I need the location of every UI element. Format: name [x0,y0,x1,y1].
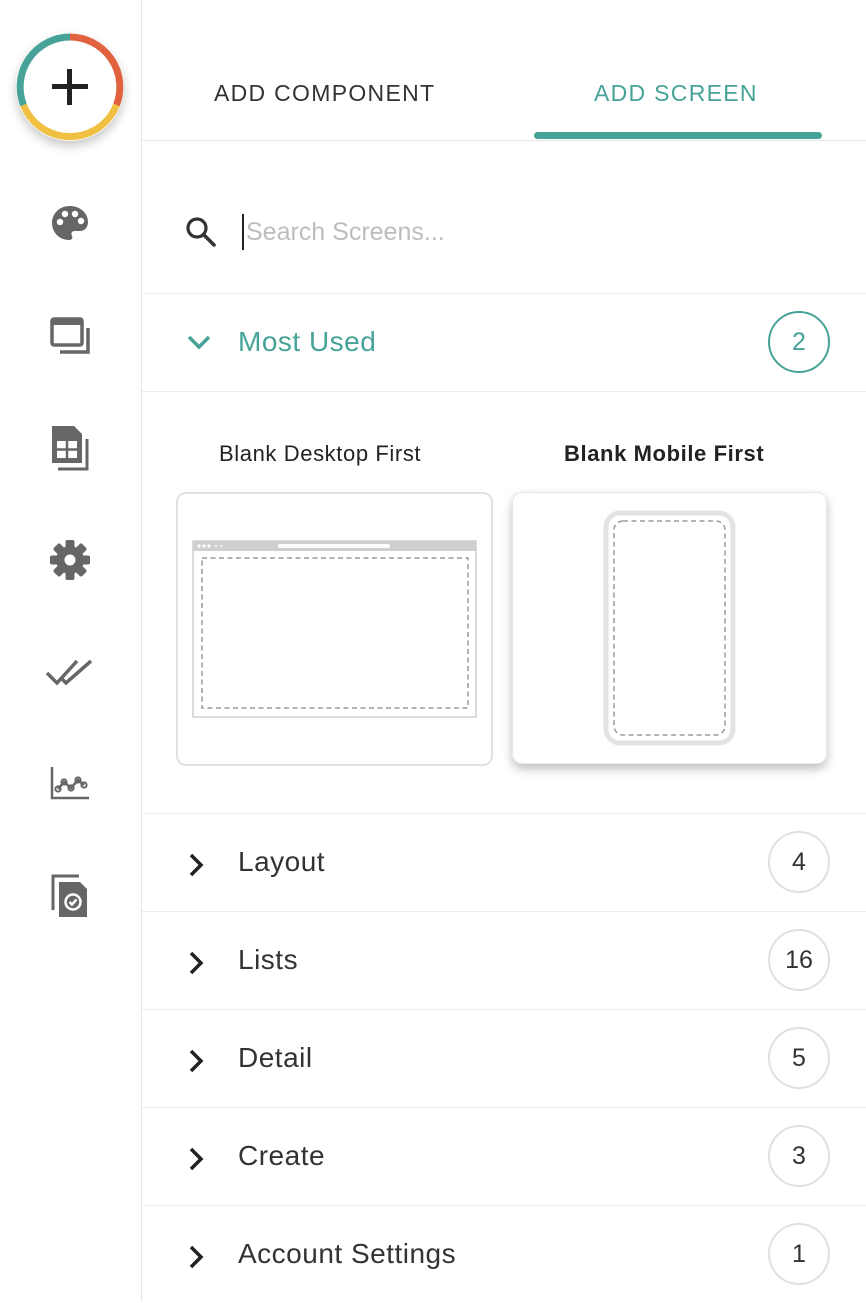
count-badge: 2 [768,311,830,373]
analytics-icon[interactable] [45,758,95,808]
publish-icon[interactable] [45,871,95,921]
chevron-right-icon [189,1049,204,1073]
count-badge: 1 [768,1223,830,1285]
search-icon [186,217,216,247]
tab-bar: ADD COMPONENT ADD SCREEN [142,0,866,141]
add-icon [16,33,124,141]
left-rail [0,0,142,1302]
tab-add-screen[interactable]: ADD SCREEN [594,80,758,107]
chevron-right-icon [189,1147,204,1171]
category-account-settings[interactable]: Account Settings 1 [142,1206,866,1303]
count-badge: 16 [768,929,830,991]
category-label: Layout [238,846,326,877]
count-badge: 5 [768,1027,830,1089]
chevron-down-icon [187,335,211,350]
chevron-right-icon [189,951,204,975]
count-badge: 3 [768,1125,830,1187]
screen-panel: ADD COMPONENT ADD SCREEN Most Used 2 Bla… [142,0,866,1302]
category-layout[interactable]: Layout 4 [142,814,866,912]
screens-icon[interactable] [45,311,95,361]
add-button[interactable] [16,33,124,141]
count-badge: 4 [768,831,830,893]
category-most-used[interactable]: Most Used 2 [142,294,866,392]
category-create[interactable]: Create 3 [142,1108,866,1206]
category-label: Account Settings [238,1238,457,1269]
active-tab-indicator [534,132,822,139]
category-label: Lists [238,944,299,975]
mobile-preview-icon [603,510,736,746]
template-label: Blank Desktop First [219,441,422,466]
category-label: Most Used [238,326,377,357]
template-grid: Blank Desktop First Blank Mobile First [142,391,866,814]
settings-icon[interactable] [45,535,95,585]
database-icon[interactable] [45,423,95,473]
category-detail[interactable]: Detail 5 [142,1010,866,1108]
category-label: Create [238,1140,326,1171]
template-label: Blank Mobile First [564,441,765,466]
palette-icon[interactable] [45,198,95,248]
desktop-preview-icon [192,540,477,718]
blank-mobile-template-card[interactable] [512,492,827,764]
search-bar [142,140,866,294]
tab-add-component[interactable]: ADD COMPONENT [214,80,435,107]
chevron-right-icon [189,1245,204,1269]
search-input[interactable] [242,214,806,250]
checklist-icon[interactable] [45,647,95,697]
blank-desktop-template-card[interactable] [176,492,493,766]
category-label: Detail [238,1042,313,1073]
category-lists[interactable]: Lists 16 [142,912,866,1010]
chevron-right-icon [189,853,204,877]
